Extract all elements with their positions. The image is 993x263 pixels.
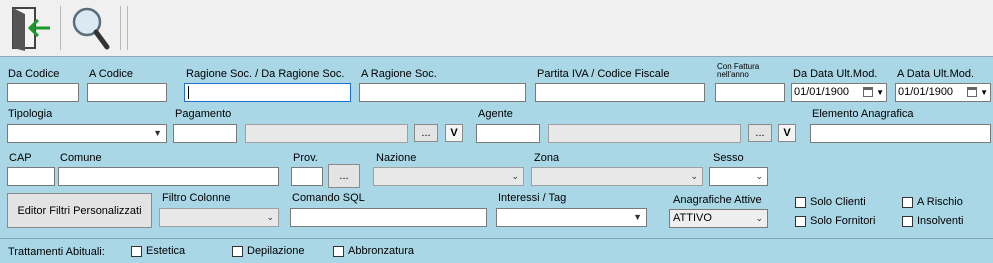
ragione-da-input[interactable] [184,83,351,102]
checkbox-box [902,215,913,227]
chevron-down-icon: ⌄ [755,213,763,223]
filtro-colonne-select[interactable]: ⌄ [159,208,279,227]
anagrafiche-label: Anagrafiche Attive [673,194,762,206]
insolventi-checkbox[interactable]: Insolventi [902,215,963,227]
zona-select[interactable]: ⌄ [531,167,703,186]
cap-input[interactable] [7,167,55,186]
calendar-icon [863,87,873,97]
da-codice-label: Da Codice [8,68,60,80]
agente-v-button[interactable]: V [778,124,796,142]
a-data-label: A Data Ult.Mod. [897,68,975,80]
chevron-down-icon: ▼ [153,128,162,138]
calendar-icon [967,87,977,97]
solo-clienti-label: Solo Clienti [810,196,866,208]
chevron-down-icon: ⌄ [511,171,519,181]
magnifier-icon [72,7,110,50]
a-codice-label: A Codice [89,68,134,80]
agente-description [548,124,741,143]
filtro-colonne-label: Filtro Colonne [162,192,231,204]
con-fattura-input[interactable] [715,83,785,102]
checkbox-box [131,245,142,257]
chevron-down-icon: ⌄ [266,212,274,222]
search-button[interactable] [66,4,114,52]
chevron-down-icon: ⌄ [690,171,698,181]
da-data-value: 01/01/1900 [794,86,850,98]
interessi-label: Interessi / Tag [498,192,567,204]
partita-iva-label: Partita IVA / Codice Fiscale [537,68,670,80]
chevron-down-icon: ⌄ [755,171,763,181]
prov-browse-button[interactable]: ... [328,164,360,188]
pagamento-code-input[interactable] [173,124,237,143]
pagamento-label: Pagamento [175,108,232,120]
sesso-select[interactable]: ⌄ [709,167,768,186]
trattamenti-label: Trattamenti Abituali: [8,246,105,258]
estetica-label: Estetica [146,245,186,257]
ragione-a-input[interactable] [359,83,526,102]
agente-label: Agente [478,108,513,120]
toolbar [0,0,993,57]
insolventi-label: Insolventi [917,215,964,227]
agente-browse-button[interactable]: ... [748,124,772,142]
solo-clienti-checkbox[interactable]: Solo Clienti [795,196,866,208]
depilazione-checkbox[interactable]: Depilazione [232,245,304,257]
toolbar-separator [120,6,121,50]
a-codice-input[interactable] [87,83,167,102]
checkbox-box [232,245,243,257]
checkbox-box [795,215,806,227]
a-data-picker[interactable]: 01/01/1900 ▼ [895,83,991,102]
comune-label: Comune [60,152,102,164]
ragione-da-label: Ragione Soc. / Da Ragione Soc. [186,68,345,80]
checkbox-box [795,196,806,208]
sesso-label: Sesso [713,152,744,164]
a-data-value: 01/01/1900 [898,86,954,98]
exit-button[interactable] [6,4,54,52]
comando-sql-label: Comando SQL [292,192,365,204]
solo-fornitori-label: Solo Fornitori [810,215,876,227]
anagrafiche-value: ATTIVO [673,212,712,224]
exit-door-icon [12,7,50,51]
checkbox-box [333,245,344,257]
elemento-input[interactable] [810,124,991,143]
nazione-label: Nazione [376,152,417,164]
solo-fornitori-checkbox[interactable]: Solo Fornitori [795,215,875,227]
abbronzatura-label: Abbronzatura [348,245,415,257]
depilazione-label: Depilazione [247,245,305,257]
comando-sql-input[interactable] [290,208,487,227]
anagrafiche-select[interactable]: ATTIVO ⌄ [669,209,768,228]
chevron-down-icon: ▼ [980,88,988,97]
a-rischio-checkbox[interactable]: A Rischio [902,196,963,208]
elemento-label: Elemento Anagrafica [812,108,914,120]
pagamento-v-button[interactable]: V [445,124,463,142]
da-codice-input[interactable] [7,83,79,102]
ragione-a-label: A Ragione Soc. [361,68,437,80]
chevron-down-icon: ▼ [876,88,884,97]
prov-label: Prov. [293,152,318,164]
editor-filtri-button[interactable]: Editor Filtri Personalizzati [7,193,152,228]
nazione-select[interactable]: ⌄ [373,167,524,186]
toolbar-separator [127,6,128,50]
partita-iva-input[interactable] [535,83,705,102]
zona-label: Zona [534,152,560,164]
con-fattura-label-2: nell'anno [717,70,749,79]
checkbox-box [902,196,913,208]
interessi-select[interactable]: ▼ [496,208,647,227]
prov-input[interactable] [291,167,323,186]
agente-code-input[interactable] [476,124,540,143]
da-data-label: Da Data Ult.Mod. [793,68,878,80]
estetica-checkbox[interactable]: Estetica [131,245,185,257]
da-data-picker[interactable]: 01/01/1900 ▼ [791,83,887,102]
tipologia-label: Tipologia [8,108,53,120]
pagamento-description [245,124,408,143]
toolbar-separator [60,6,61,50]
comune-input[interactable] [58,167,279,186]
pagamento-browse-button[interactable]: ... [414,124,438,142]
chevron-down-icon: ▼ [633,212,642,222]
abbronzatura-checkbox[interactable]: Abbronzatura [333,245,414,257]
a-rischio-label: A Rischio [917,196,963,208]
tipologia-select[interactable]: ▼ [7,124,167,143]
cap-label: CAP [9,152,32,164]
